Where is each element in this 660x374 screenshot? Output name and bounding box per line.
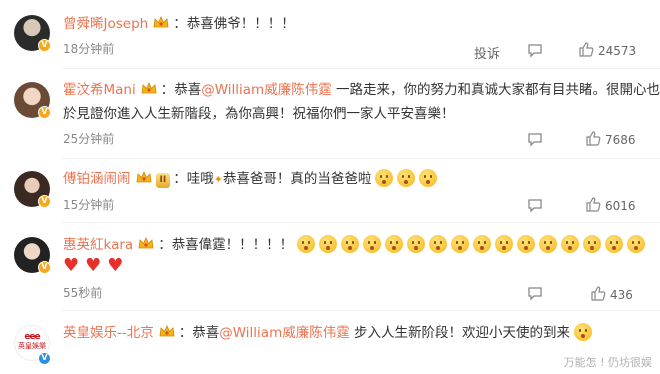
- heart-eyes-emoji-icon: [363, 235, 382, 253]
- mention-link[interactable]: @William威廉陈伟霆: [201, 82, 331, 98]
- emoji-icon: [605, 235, 624, 253]
- username-link[interactable]: 曾舜晞Joseph: [63, 16, 148, 32]
- username-link[interactable]: 英皇娱乐--北京: [63, 325, 154, 341]
- comment-text: 恭喜: [174, 82, 202, 98]
- verified-badge-icon: V: [38, 195, 51, 208]
- comment-header: 傅铂涵闹闹 II ：哇哦✦恭喜爸哥！真的当爸爸啦: [63, 169, 438, 190]
- comment-text: 恭喜爸哥！真的当爸爸啦: [222, 171, 372, 187]
- emoji-icon: [451, 235, 470, 253]
- username-link[interactable]: 惠英紅kara: [63, 237, 133, 253]
- username-link[interactable]: 傅铂涵闹闹: [63, 171, 131, 187]
- emoji-icon: [397, 169, 416, 187]
- verified-badge-icon: V: [38, 39, 51, 52]
- like-count: 7686: [605, 133, 636, 147]
- mention-link[interactable]: @William威廉陈伟霆: [219, 325, 349, 341]
- comment-text: 恭喜偉霆！！！！！: [171, 237, 294, 253]
- verified-badge-icon: V: [38, 352, 51, 365]
- emoji-icon: [473, 235, 492, 253]
- emoji-icon: [375, 169, 394, 187]
- crown-icon: [136, 170, 152, 183]
- emoji-icon: [319, 235, 338, 253]
- like-icon[interactable]: [585, 196, 601, 216]
- comment-time: 25分钟前: [63, 132, 115, 146]
- comment-text: 恭喜: [192, 325, 220, 341]
- divider: [63, 158, 660, 159]
- verified-badge-icon: V: [38, 261, 51, 274]
- level-badge: II: [155, 173, 171, 188]
- hearts-row: ♥ ♥ ♥: [63, 257, 129, 277]
- reply-icon[interactable]: [527, 197, 543, 217]
- comment-time: 18分钟前: [63, 42, 115, 56]
- crown-icon: [141, 81, 157, 94]
- heart-eyes-emoji-icon: [407, 235, 426, 253]
- emoji-icon: [429, 235, 448, 253]
- comment-header: 曾舜晞Joseph ：恭喜佛爷！！！！: [63, 15, 295, 32]
- like-icon[interactable]: [578, 41, 594, 61]
- brand-logo-text: 英皇娛樂: [18, 342, 46, 350]
- comment-time: 15分钟前: [63, 198, 115, 212]
- emoji-icon: [627, 235, 646, 253]
- emoji-icon: [297, 235, 316, 253]
- comment-text: 一路走来，你的努力和真诚大家都有目共睹。很開心也终: [336, 82, 660, 98]
- crown-icon: [138, 236, 154, 249]
- emoji-icon: [561, 235, 580, 253]
- like-count: 436: [610, 288, 633, 302]
- comment-header: 惠英紅kara ：恭喜偉霆！！！！！: [63, 235, 646, 255]
- comment-text: 恭喜佛爷！！！！: [186, 16, 295, 32]
- comment-header: 霍汶希Mani ：恭喜@William威廉陈伟霆 一路走来，你的努力和真诚大家都有…: [63, 80, 660, 100]
- verified-badge-icon: V: [38, 106, 51, 119]
- heart-eyes-emoji-icon: [385, 235, 404, 253]
- comment-text: 哇哦: [186, 171, 214, 187]
- sparkle-emoji-icon: ✦: [213, 173, 223, 186]
- comment-time: 55秒前: [63, 286, 103, 300]
- like-count: 6016: [605, 199, 636, 213]
- emoji-icon: [517, 235, 536, 253]
- emoji-icon: [574, 323, 593, 341]
- reply-icon[interactable]: [527, 131, 543, 151]
- comment-header: 英皇娱乐--北京 ：恭喜@William威廉陈伟霆 步入人生新阶段！欢迎小天使的到…: [63, 323, 593, 343]
- heart-icon: ♥: [85, 255, 102, 276]
- username-link[interactable]: 霍汶希Mani: [63, 82, 136, 98]
- brand-logo: eee: [24, 332, 40, 342]
- report-button[interactable]: 投诉: [474, 43, 500, 62]
- like-icon[interactable]: [585, 130, 601, 150]
- emoji-icon: [583, 235, 602, 253]
- divider: [63, 222, 660, 223]
- divider: [63, 310, 660, 311]
- emoji-icon: [419, 169, 438, 187]
- like-icon[interactable]: [590, 285, 606, 305]
- like-count: 24573: [598, 44, 637, 58]
- crown-icon: [153, 15, 169, 28]
- reply-icon[interactable]: [527, 42, 543, 62]
- emoji-icon: [495, 235, 514, 253]
- watermark: 万能怎 ! 仍坊很娱: [563, 356, 652, 369]
- divider: [63, 68, 660, 69]
- crown-icon: [159, 324, 175, 337]
- comment-text-line2: 於見證你進入人生新階段，為你高興！祝福你們一家人平安喜樂！: [63, 106, 455, 122]
- reply-icon[interactable]: [527, 285, 543, 305]
- heart-icon: ♥: [63, 255, 80, 276]
- heart-icon: ♥: [107, 255, 124, 276]
- comment-text: 步入人生新阶段！欢迎小天使的到来: [354, 325, 571, 341]
- emoji-icon: [341, 235, 360, 253]
- emoji-icon: [539, 235, 558, 253]
